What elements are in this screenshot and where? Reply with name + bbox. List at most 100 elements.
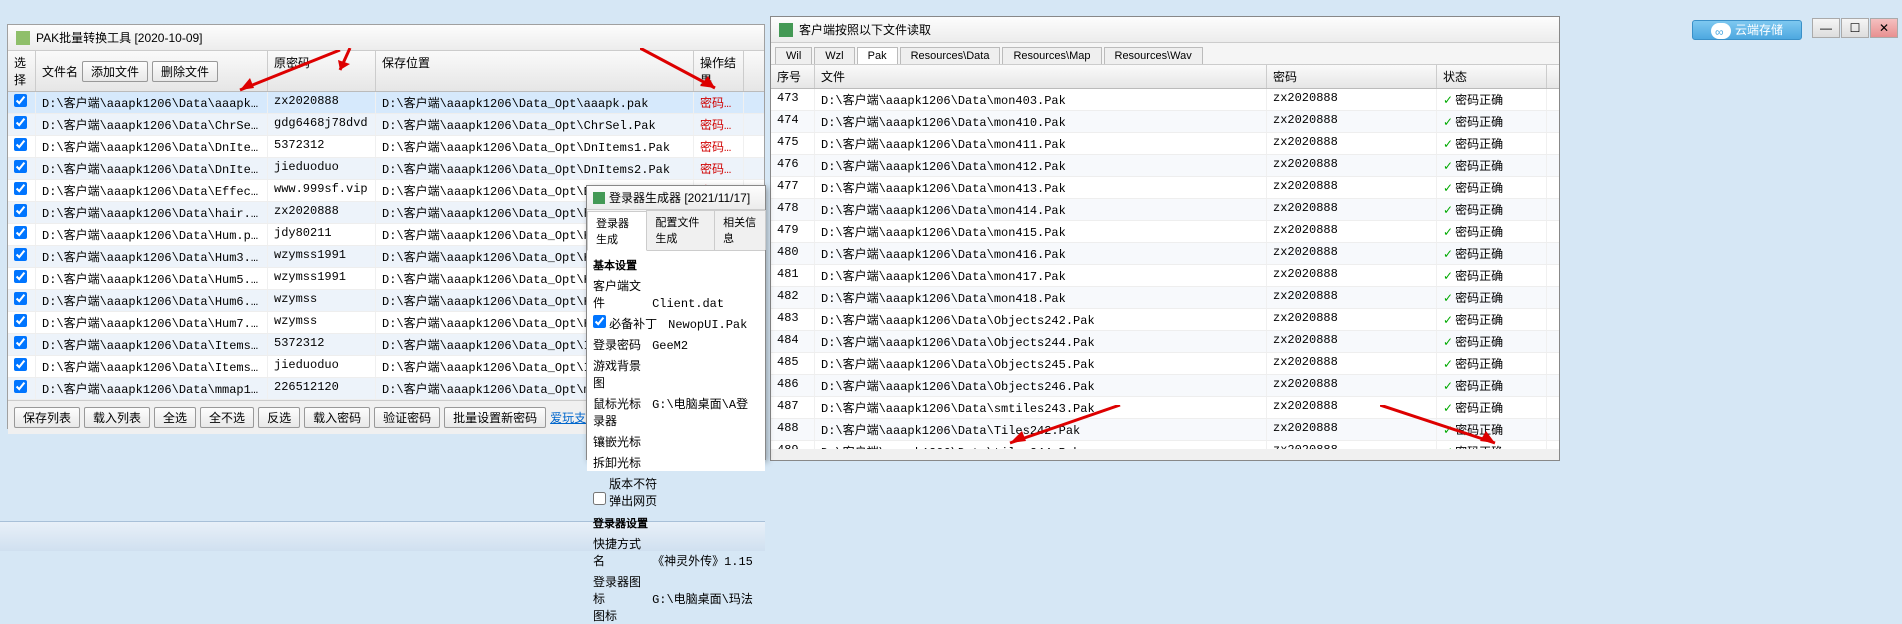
cell-password: 5372312 xyxy=(268,136,376,157)
row-checkbox[interactable] xyxy=(14,182,27,195)
tab-Wil[interactable]: Wil xyxy=(775,47,812,64)
row-checkbox[interactable] xyxy=(14,226,27,239)
window-titlebar[interactable]: 登录器生成器 [2021/11/17] xyxy=(587,186,765,210)
tab-Resources\Wav[interactable]: Resources\Wav xyxy=(1104,47,1203,64)
table-row[interactable]: D:\客户端\aaapk1206\Data\DnItems2.Pak jiedu… xyxy=(8,158,764,180)
footer-button-反选[interactable]: 反选 xyxy=(258,407,300,428)
table-row[interactable]: 478 D:\客户端\aaapk1206\Data\mon414.Pak zx2… xyxy=(771,199,1559,221)
cell-filename: D:\客户端\aaapk1206\Data\Hum6.Pak xyxy=(36,290,268,311)
section-basic: 基本设置 xyxy=(593,257,759,273)
row-checkbox[interactable] xyxy=(14,358,27,371)
footer-button-载入列表[interactable]: 载入列表 xyxy=(84,407,150,428)
field-label: 客户端文件 xyxy=(593,277,649,311)
cell-status: 密码正确 xyxy=(1437,133,1547,154)
table-row[interactable]: 476 D:\客户端\aaapk1206\Data\mon412.Pak zx2… xyxy=(771,155,1559,177)
cell-savepath: D:\客户端\aaapk1206\Data_Opt\DnItems2.Pak xyxy=(376,158,694,179)
cell-num: 482 xyxy=(771,287,815,308)
field-label: 鼠标光标 xyxy=(593,395,649,412)
minimize-button[interactable]: — xyxy=(1812,18,1840,38)
footer-button-全不选[interactable]: 全不选 xyxy=(200,407,254,428)
tab-bar: WilWzlPakResources\DataResources\MapReso… xyxy=(771,43,1559,65)
tab-0[interactable]: 登录器生成 xyxy=(587,211,647,251)
cell-pwd: zx2020888 xyxy=(1267,199,1437,220)
cell-password: jieduoduo xyxy=(268,356,376,377)
window-titlebar[interactable]: 客户端按照以下文件读取 xyxy=(771,17,1559,43)
tab-bar: 登录器生成配置文件生成相关信息 xyxy=(587,210,765,251)
row-checkbox[interactable] xyxy=(14,248,27,261)
table-row[interactable]: 483 D:\客户端\aaapk1206\Data\Objects242.Pak… xyxy=(771,309,1559,331)
cell-filename: D:\客户端\aaapk1206\Data\Hum5.Pak xyxy=(36,268,268,289)
table-row[interactable]: 473 D:\客户端\aaapk1206\Data\mon403.Pak zx2… xyxy=(771,89,1559,111)
cell-pwd: zx2020888 xyxy=(1267,155,1437,176)
table-row[interactable]: 486 D:\客户端\aaapk1206\Data\Objects246.Pak… xyxy=(771,375,1559,397)
cell-num: 476 xyxy=(771,155,815,176)
row-checkbox[interactable] xyxy=(14,160,27,173)
table-row[interactable]: 484 D:\客户端\aaapk1206\Data\Objects244.Pak… xyxy=(771,331,1559,353)
table-row[interactable]: D:\客户端\aaapk1206\Data\DnItems1.Pak 53723… xyxy=(8,136,764,158)
tab-Pak[interactable]: Pak xyxy=(857,47,898,64)
cell-pwd: zx2020888 xyxy=(1267,243,1437,264)
cell-status: 密码正确 xyxy=(1437,287,1547,308)
field-label: 快捷方式名 xyxy=(593,535,649,569)
cell-password: jieduoduo xyxy=(268,158,376,179)
table-row[interactable]: D:\客户端\aaapk1206\Data\ChrSel.pak gdg6468… xyxy=(8,114,764,136)
cell-password: wzymss xyxy=(268,312,376,333)
row-checkbox[interactable] xyxy=(14,138,27,151)
app-icon xyxy=(593,192,605,204)
cell-filename: D:\客户端\aaapk1206\Data\Effect.pak xyxy=(36,180,268,201)
cell-password: 5372312 xyxy=(268,334,376,355)
field-value: 《神灵外传》1.15 xyxy=(652,555,753,569)
close-button[interactable]: ✕ xyxy=(1870,18,1898,38)
delete-file-button[interactable]: 删除文件 xyxy=(152,61,218,82)
table-row[interactable]: 474 D:\客户端\aaapk1206\Data\mon410.Pak zx2… xyxy=(771,111,1559,133)
table-row[interactable]: 481 D:\客户端\aaapk1206\Data\mon417.Pak zx2… xyxy=(771,265,1559,287)
maximize-button[interactable]: ☐ xyxy=(1841,18,1869,38)
row-checkbox[interactable] xyxy=(14,204,27,217)
cell-pwd: zx2020888 xyxy=(1267,331,1437,352)
add-file-button[interactable]: 添加文件 xyxy=(82,61,148,82)
cloud-storage-button[interactable]: 云端存储 xyxy=(1692,20,1802,40)
cell-file: D:\客户端\aaapk1206\Data\mon417.Pak xyxy=(815,265,1267,286)
cell-pwd: zx2020888 xyxy=(1267,353,1437,374)
form-row: 版本不符弹出网页 xyxy=(593,475,759,509)
footer-button-保存列表[interactable]: 保存列表 xyxy=(14,407,80,428)
cell-num: 489 xyxy=(771,441,815,449)
cell-file: D:\客户端\aaapk1206\Data\mon418.Pak xyxy=(815,287,1267,308)
footer-button-批量设置新密码[interactable]: 批量设置新密码 xyxy=(444,407,546,428)
row-checkbox[interactable] xyxy=(14,292,27,305)
row-checkbox[interactable] xyxy=(14,94,27,107)
field-checkbox[interactable] xyxy=(593,492,606,505)
cell-num: 484 xyxy=(771,331,815,352)
cell-pwd: zx2020888 xyxy=(1267,111,1437,132)
tab-Wzl[interactable]: Wzl xyxy=(814,47,854,64)
row-checkbox[interactable] xyxy=(14,270,27,283)
cell-password: gdg6468j78dvd xyxy=(268,114,376,135)
table-row[interactable]: 479 D:\客户端\aaapk1206\Data\mon415.Pak zx2… xyxy=(771,221,1559,243)
cell-result: 密码错误 xyxy=(694,136,744,157)
cell-file: D:\客户端\aaapk1206\Data\mon403.Pak xyxy=(815,89,1267,110)
table-row[interactable]: 475 D:\客户端\aaapk1206\Data\mon411.Pak zx2… xyxy=(771,133,1559,155)
window-title: PAK批量转换工具 [2020-10-09] xyxy=(36,29,203,46)
table-row[interactable]: 482 D:\客户端\aaapk1206\Data\mon418.Pak zx2… xyxy=(771,287,1559,309)
file-table-body[interactable]: 473 D:\客户端\aaapk1206\Data\mon403.Pak zx2… xyxy=(771,89,1559,449)
cell-num: 487 xyxy=(771,397,815,418)
footer-button-验证密码[interactable]: 验证密码 xyxy=(374,407,440,428)
footer-button-全选[interactable]: 全选 xyxy=(154,407,196,428)
cell-password: wzymss1991 xyxy=(268,246,376,267)
footer-button-载入密码[interactable]: 载入密码 xyxy=(304,407,370,428)
table-row[interactable]: 480 D:\客户端\aaapk1206\Data\mon416.Pak zx2… xyxy=(771,243,1559,265)
row-checkbox[interactable] xyxy=(14,314,27,327)
form-row: 必备补丁 NewopUI.Pak xyxy=(593,315,759,332)
row-checkbox[interactable] xyxy=(14,116,27,129)
field-checkbox[interactable] xyxy=(593,315,606,328)
tab-Resources\Map[interactable]: Resources\Map xyxy=(1002,47,1101,64)
row-checkbox[interactable] xyxy=(14,380,27,393)
table-row[interactable]: 477 D:\客户端\aaapk1206\Data\mon413.Pak zx2… xyxy=(771,177,1559,199)
table-row[interactable]: 485 D:\客户端\aaapk1206\Data\Objects245.Pak… xyxy=(771,353,1559,375)
tab-2[interactable]: 相关信息 xyxy=(714,210,766,250)
tab-Resources\Data[interactable]: Resources\Data xyxy=(900,47,1001,64)
field-label: 版本不符弹出网页 xyxy=(609,475,665,509)
row-checkbox[interactable] xyxy=(14,336,27,349)
tab-1[interactable]: 配置文件生成 xyxy=(646,210,715,250)
cell-status: 密码正确 xyxy=(1437,243,1547,264)
